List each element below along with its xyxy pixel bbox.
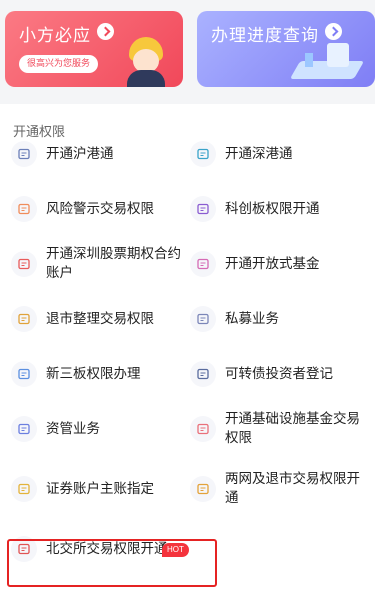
permission-label: 开通开放式基金 bbox=[225, 255, 320, 272]
permission-label: 开通沪港通 bbox=[46, 145, 114, 162]
permission-item[interactable]: 两网及退市交易权限开通 bbox=[190, 469, 365, 509]
permission-label: 可转债投资者登记 bbox=[225, 365, 333, 382]
progress-illustration-icon bbox=[289, 39, 365, 85]
permission-label: 开通深圳股票期权合约账户 bbox=[46, 246, 181, 281]
trend-line-icon bbox=[190, 306, 216, 332]
permission-item[interactable]: 私募业务 bbox=[190, 299, 365, 339]
warning-card-icon bbox=[11, 196, 37, 222]
permission-item[interactable]: 开通基础设施基金交易权限 bbox=[190, 409, 365, 449]
banner-title: 小方必应 bbox=[19, 21, 114, 46]
xiaofang-assistant-banner[interactable]: 小方必应 很高兴为您服务 bbox=[5, 11, 183, 87]
bond-chart-icon bbox=[190, 361, 216, 387]
permission-label: 资管业务 bbox=[46, 420, 100, 437]
wave-chart-icon bbox=[11, 416, 37, 442]
chart-up-icon bbox=[190, 251, 216, 277]
permission-item[interactable]: 开通开放式基金 bbox=[190, 244, 365, 284]
progress-query-banner[interactable]: 办理进度查询 bbox=[197, 11, 375, 87]
permission-label: 退市整理交易权限 bbox=[46, 310, 154, 327]
hot-badge: HOT bbox=[162, 543, 189, 557]
banner-title-text: 小方必应 bbox=[19, 26, 91, 46]
sh-hk-icon bbox=[11, 141, 37, 167]
permission-item[interactable]: 退市整理交易权限 bbox=[11, 299, 183, 339]
permission-item[interactable]: 证券账户主账指定 bbox=[11, 469, 183, 509]
permission-item[interactable]: 开通深港通 bbox=[190, 134, 365, 174]
banner-area: 小方必应 很高兴为您服务 办理进度查询 bbox=[0, 0, 375, 104]
arrow-right-icon bbox=[97, 23, 114, 40]
infrastructure-icon bbox=[190, 416, 216, 442]
permission-label: 新三板权限办理 bbox=[46, 365, 141, 382]
permission-item[interactable]: 开通沪港通 bbox=[11, 134, 183, 174]
permission-label: 证券账户主账指定 bbox=[46, 480, 154, 497]
folder-icon bbox=[190, 476, 216, 502]
permission-item[interactable]: 资管业务 bbox=[11, 409, 183, 449]
permission-item[interactable]: 新三板权限办理 bbox=[11, 354, 183, 394]
permissions-card: 开通权限 开通沪港通 开通深港通 风险警示交易权限 科创板权限开通 开通深圳股票期权合约… bbox=[0, 104, 375, 597]
compass-icon bbox=[11, 306, 37, 332]
banner-subtitle: 很高兴为您服务 bbox=[19, 55, 99, 73]
arrow-right-icon bbox=[325, 23, 342, 40]
robot-icon bbox=[190, 196, 216, 222]
permission-label: 两网及退市交易权限开通 bbox=[225, 471, 360, 506]
sz-hk-icon bbox=[190, 141, 216, 167]
permission-item[interactable]: 开通深圳股票期权合约账户 bbox=[11, 244, 183, 284]
permission-label: 开通基础设施基金交易权限 bbox=[225, 411, 360, 446]
permission-label: 私募业务 bbox=[225, 310, 279, 327]
account-card-icon bbox=[11, 476, 37, 502]
permission-item[interactable]: 可转债投资者登记 bbox=[190, 354, 365, 394]
mascot-icon bbox=[123, 37, 171, 87]
option-account-icon bbox=[11, 251, 37, 277]
edit-doc-icon bbox=[11, 361, 37, 387]
permission-item[interactable]: 科创板权限开通 bbox=[190, 189, 365, 229]
permission-label: 风险警示交易权限 bbox=[46, 200, 154, 217]
permission-label: 开通深港通 bbox=[225, 145, 293, 162]
permission-label: 科创板权限开通 bbox=[225, 200, 320, 217]
permission-item[interactable]: 风险警示交易权限 bbox=[11, 189, 183, 229]
